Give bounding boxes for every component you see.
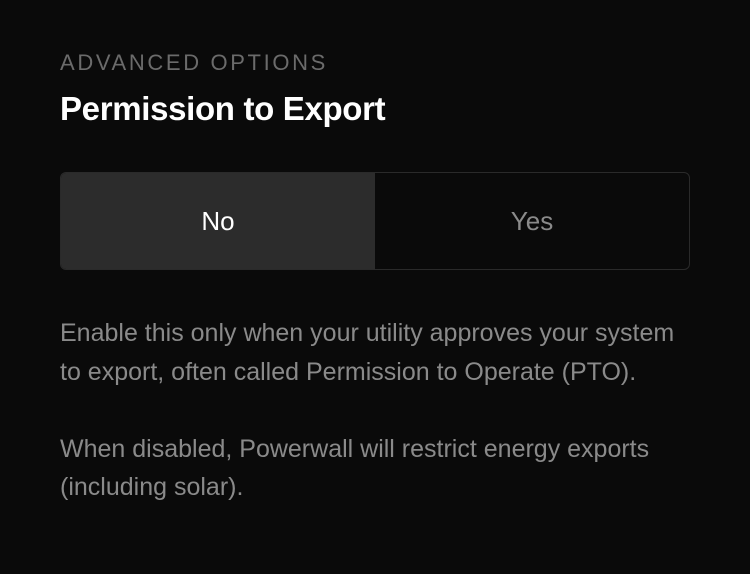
export-permission-toggle: No Yes bbox=[60, 172, 690, 270]
setting-description: Enable this only when your utility appro… bbox=[60, 314, 690, 507]
description-paragraph-2: When disabled, Powerwall will restrict e… bbox=[60, 430, 690, 508]
toggle-option-yes[interactable]: Yes bbox=[375, 173, 689, 269]
section-label: ADVANCED OPTIONS bbox=[60, 50, 690, 76]
toggle-option-no[interactable]: No bbox=[61, 173, 375, 269]
section-title: Permission to Export bbox=[60, 90, 690, 128]
advanced-options-section: ADVANCED OPTIONS Permission to Export No… bbox=[60, 50, 690, 507]
description-paragraph-1: Enable this only when your utility appro… bbox=[60, 314, 690, 392]
